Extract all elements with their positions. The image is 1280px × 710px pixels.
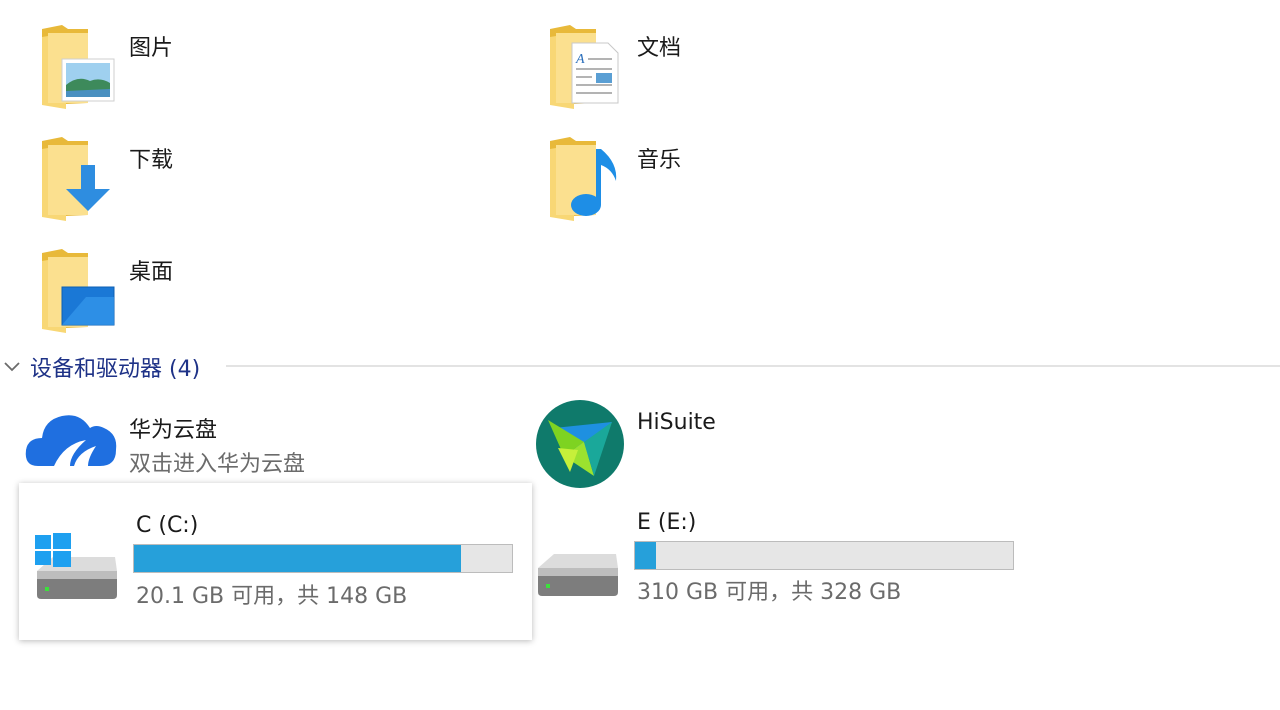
drive-usage-bar [634, 541, 1014, 570]
huawei-cloud-icon [25, 415, 117, 466]
folder-label: 图片 [129, 36, 174, 61]
svg-text:A: A [575, 52, 585, 67]
documents-folder-icon: A [550, 25, 619, 109]
folder-label: 桌面 [129, 260, 174, 285]
pictures-folder-icon [42, 25, 115, 109]
drive-c[interactable]: C (C:) 20.1 GB 可用，共 148 GB [19, 483, 532, 640]
folder-desktop[interactable]: 桌面 [30, 244, 490, 336]
folder-downloads[interactable]: 下载 [30, 132, 490, 224]
folder-label: 文档 [637, 36, 682, 61]
device-name: HiSuite [637, 410, 716, 435]
group-divider [226, 365, 1280, 367]
chevron-down-icon[interactable] [2, 356, 22, 376]
device-name: 华为云盘 [129, 418, 218, 443]
windows-drive-icon [35, 533, 117, 599]
music-folder-icon [550, 137, 617, 221]
drive-usage-fill [635, 542, 656, 569]
folder-label: 下载 [129, 148, 174, 173]
drive-icon [538, 554, 618, 596]
folder-music[interactable]: 音乐 [538, 132, 998, 224]
device-huawei-cloud[interactable]: 华为云盘 双击进入华为云盘 [20, 396, 490, 480]
drive-space-info: 20.1 GB 可用，共 148 GB [136, 584, 408, 609]
drive-usage-fill [134, 545, 461, 572]
drive-name: C (C:) [136, 513, 199, 538]
downloads-folder-icon [42, 137, 110, 221]
folder-label: 音乐 [637, 148, 682, 173]
group-title: 设备和驱动器 (4) [30, 357, 201, 382]
device-subtitle: 双击进入华为云盘 [129, 452, 306, 477]
hisuite-icon [536, 400, 624, 488]
drive-space-info: 310 GB 可用，共 328 GB [637, 580, 902, 605]
drive-usage-bar [133, 544, 513, 573]
drive-e[interactable]: E (E:) 310 GB 可用，共 328 GB [534, 488, 1032, 638]
folder-pictures[interactable]: 图片 [30, 20, 490, 112]
devices-group-header[interactable]: 设备和驱动器 (4) [0, 346, 1280, 386]
device-hisuite[interactable]: HiSuite [534, 396, 1004, 488]
desktop-folder-icon [42, 249, 115, 333]
folder-documents[interactable]: A 文档 [538, 20, 998, 112]
drive-name: E (E:) [637, 510, 697, 535]
